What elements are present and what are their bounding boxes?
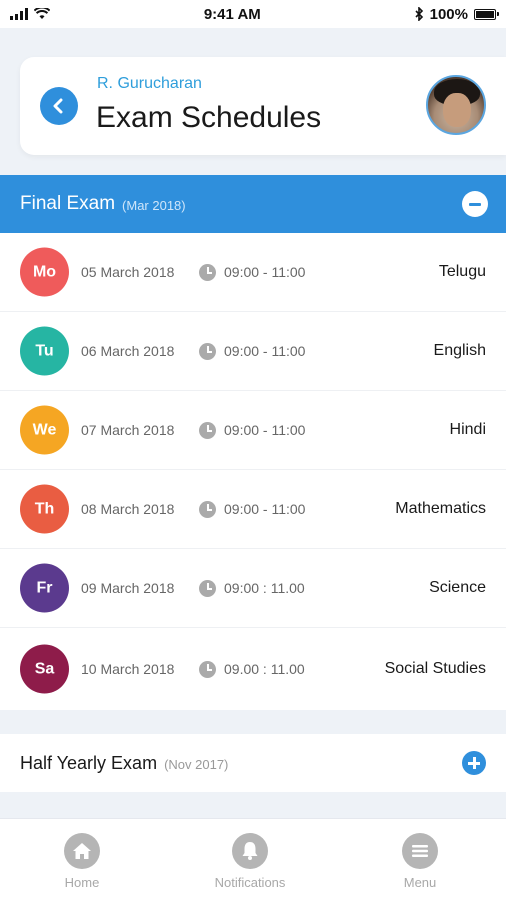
final-exam-title: Final Exam (20, 193, 116, 214)
exam-row[interactable]: Tu 06 March 2018 09:00 - 11:00 English (0, 312, 506, 391)
home-icon (64, 833, 100, 869)
exam-row[interactable]: Mo 05 March 2018 09:00 - 11:00 Telugu (0, 233, 506, 312)
nav-notifications[interactable]: Notifications (190, 833, 310, 890)
exam-date: 09 March 2018 (81, 580, 175, 596)
half-yearly-exam-header[interactable]: Half Yearly Exam (Nov 2017) (0, 734, 506, 792)
status-time: 9:41 AM (203, 5, 261, 23)
exam-date: 07 March 2018 (81, 422, 175, 438)
avatar[interactable] (426, 75, 486, 135)
status-bar: 9:41 AM 100% (0, 0, 506, 28)
student-name: R. Gurucharan (97, 75, 202, 92)
exam-time: 09:00 : 11.00 (224, 580, 305, 596)
plus-circle-icon[interactable] (462, 751, 486, 775)
chevron-left-icon (53, 98, 63, 114)
bottom-nav: Home Notifications Menu (0, 818, 506, 900)
exam-date: 10 March 2018 (81, 661, 175, 677)
exam-row[interactable]: We 07 March 2018 09:00 - 11:00 Hindi (0, 391, 506, 470)
half-yearly-title: Half Yearly Exam (20, 752, 158, 773)
nav-menu[interactable]: Menu (360, 833, 480, 890)
exam-time: 09:00 - 11:00 (224, 422, 306, 438)
exam-date: 08 March 2018 (81, 501, 175, 517)
exam-date: 05 March 2018 (81, 264, 175, 280)
clock-icon (199, 263, 216, 281)
clock-icon (199, 421, 216, 439)
bluetooth-icon (415, 7, 423, 21)
nav-menu-label: Menu (403, 875, 437, 890)
exam-subject: English (433, 342, 486, 359)
exam-date: 06 March 2018 (81, 343, 175, 359)
day-badge: Tu (20, 326, 69, 376)
minus-circle-icon (469, 202, 481, 206)
status-right: 100% (415, 5, 499, 23)
header-card: R. Gurucharan Exam Schedules (20, 57, 506, 155)
exam-time: 09:00 - 11:00 (224, 343, 306, 359)
back-button[interactable] (40, 87, 78, 125)
final-exam-header[interactable]: Final Exam (Mar 2018) (0, 175, 506, 233)
exam-subject: Social Studies (384, 660, 486, 677)
exam-subject: Mathematics (395, 500, 486, 517)
clock-icon (199, 500, 216, 518)
exam-time: 09:00 - 11:00 (224, 264, 306, 280)
clock-icon (199, 579, 216, 597)
page-title: Exam Schedules (96, 101, 322, 134)
signal-icon (10, 8, 28, 20)
nav-notifications-label: Notifications (214, 875, 286, 890)
clock-icon (199, 342, 216, 360)
exam-subject: Telugu (438, 263, 486, 280)
day-badge: Sa (20, 644, 69, 694)
menu-icon (402, 833, 438, 869)
nav-home-label: Home (64, 875, 100, 890)
day-badge: Mo (20, 247, 69, 297)
wifi-icon (34, 8, 50, 19)
half-yearly-date: (Nov 2017) (164, 757, 229, 772)
exam-time: 09.00 : 11.00 (224, 661, 305, 677)
exam-list: Mo 05 March 2018 09:00 - 11:00 Telugu Tu… (0, 233, 506, 710)
collapse-button[interactable] (462, 191, 488, 217)
day-badge: Th (20, 484, 69, 534)
final-exam-date: (Mar 2018) (122, 198, 186, 213)
exam-subject: Hindi (449, 421, 486, 438)
battery-icon (474, 8, 499, 20)
exam-row[interactable]: Th 08 March 2018 09:00 - 11:00 Mathemati… (0, 470, 506, 549)
exam-time: 09:00 - 11:00 (224, 501, 306, 517)
clock-icon (199, 660, 216, 678)
nav-home[interactable]: Home (22, 833, 142, 890)
battery-percent: 100% (429, 5, 468, 23)
exam-row[interactable]: Fr 09 March 2018 09:00 : 11.00 Science (0, 549, 506, 628)
exam-subject: Science (429, 579, 486, 596)
day-badge: Fr (20, 563, 69, 613)
exam-row[interactable]: Sa 10 March 2018 09.00 : 11.00 Social St… (0, 628, 506, 710)
day-badge: We (20, 405, 69, 455)
status-left (10, 8, 50, 20)
bell-icon (232, 833, 268, 869)
